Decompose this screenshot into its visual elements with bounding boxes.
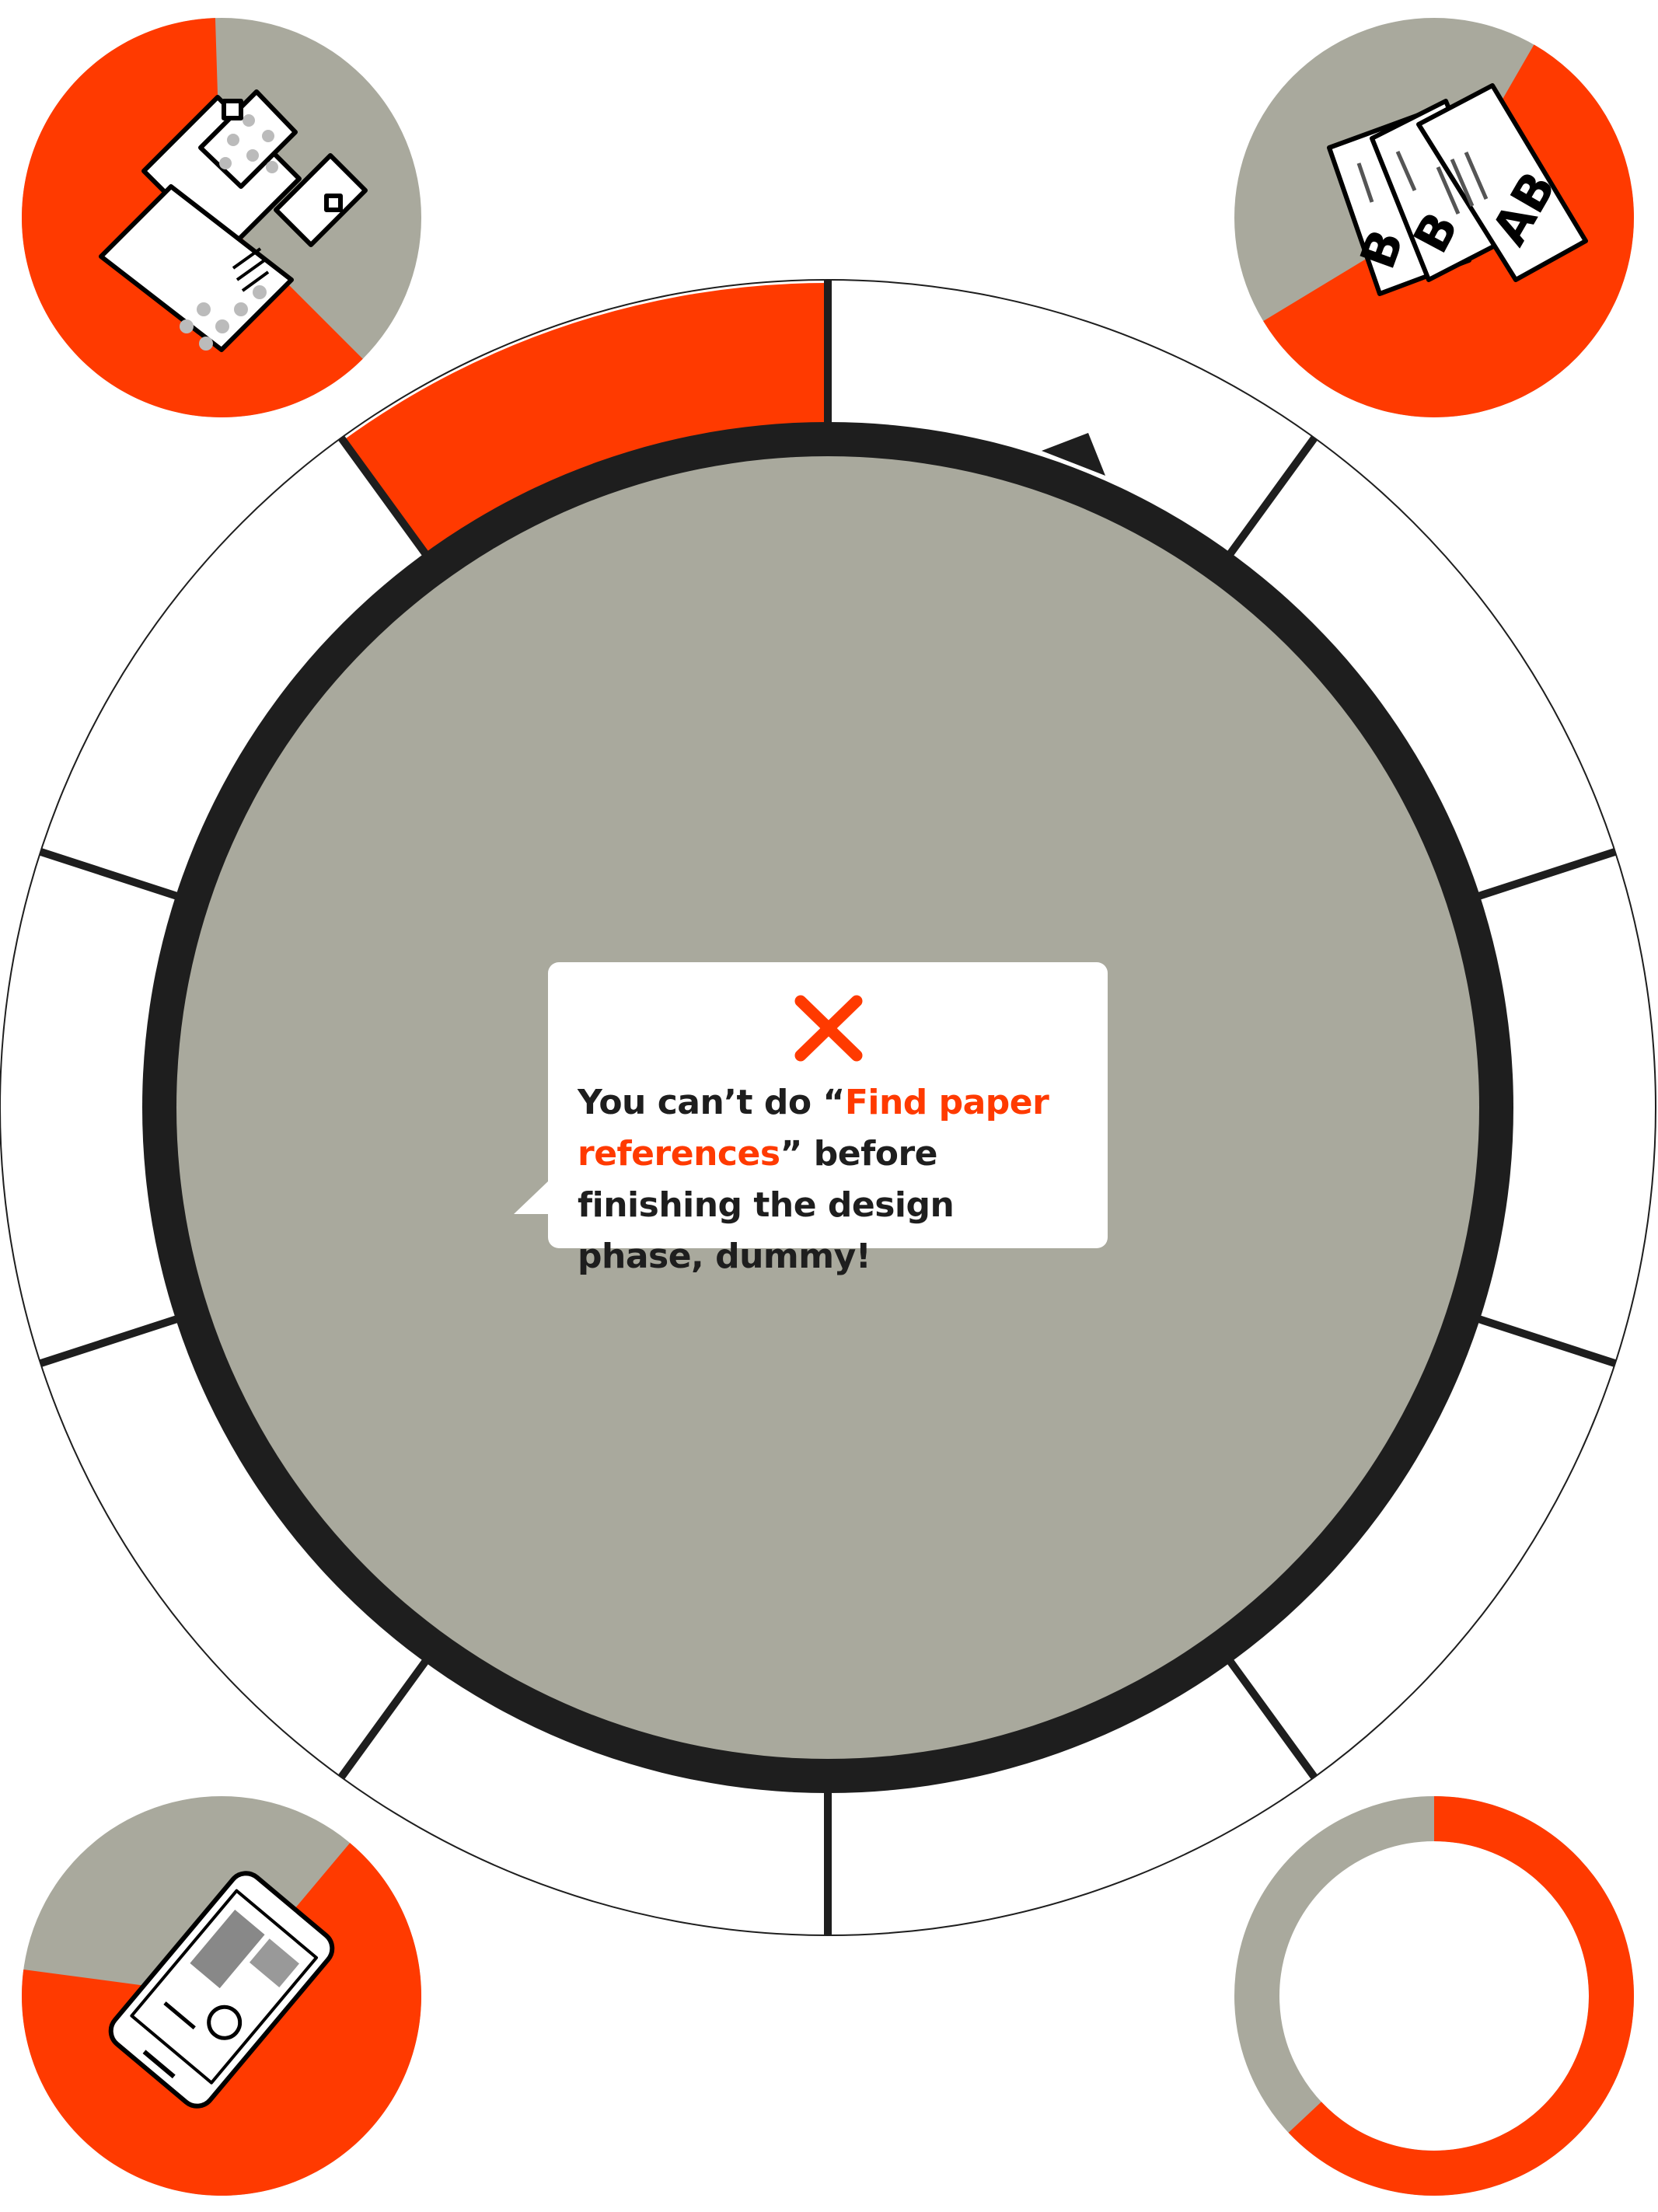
error-popup: You can’t do “Find paper references” bef… <box>514 962 1108 1276</box>
error-message: You can’t do “Find paper references” bef… <box>578 1077 1077 1282</box>
corner-badge-top-right[interactable]: B B AB <box>1234 18 1634 418</box>
error-message-prefix: You can’t do “ <box>578 1083 845 1122</box>
popup-tail <box>514 1181 548 1214</box>
corner-badge-bottom-right-progress <box>1288 1796 1634 2196</box>
corner-badge-top-left[interactable] <box>21 18 421 417</box>
corner-badge-bottom-right[interactable] <box>1257 1819 1611 2173</box>
corner-badge-bottom-left[interactable] <box>22 1796 421 2196</box>
close-icon[interactable] <box>790 993 867 1063</box>
